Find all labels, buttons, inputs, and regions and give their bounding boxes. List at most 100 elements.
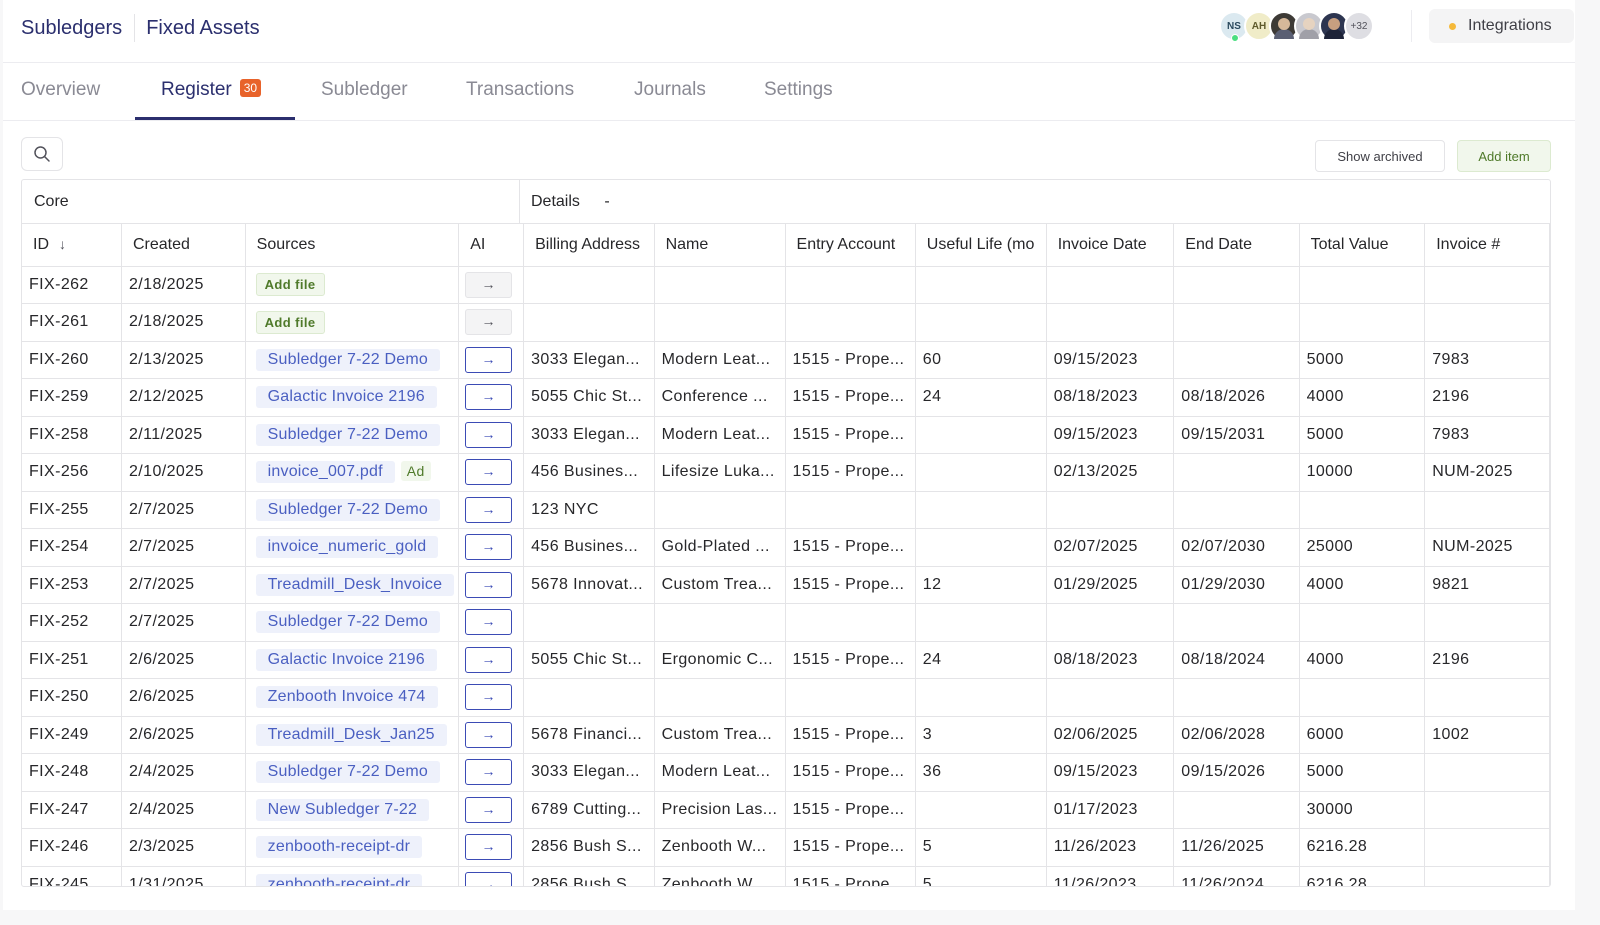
- column-header-billing-address[interactable]: Billing Address: [523, 224, 655, 267]
- source-file-link[interactable]: Subledger 7-22 Demo: [255, 348, 440, 371]
- useful-life-cell[interactable]: [915, 678, 1047, 717]
- entry-account-cell[interactable]: 1515 - Prope...: [785, 716, 916, 754]
- column-header-invoice-number[interactable]: Invoice #: [1424, 224, 1550, 267]
- invoice-date-cell[interactable]: 02/13/2025: [1046, 453, 1175, 492]
- invoice-date-cell[interactable]: 08/18/2023: [1046, 641, 1175, 679]
- id-cell[interactable]: FIX-246: [22, 828, 122, 867]
- add-source-button[interactable]: Ad: [400, 461, 431, 482]
- end-date-cell[interactable]: 02/07/2030: [1173, 528, 1300, 567]
- table-row[interactable]: FIX-245 1/31/2025 zenbooth-receipt-dr → 2856…: [22, 866, 1550, 886]
- table-row[interactable]: FIX-255 2/7/2025 Subledger 7-22 Demo → 123 N…: [22, 491, 1550, 529]
- name-cell[interactable]: [654, 491, 786, 529]
- id-cell[interactable]: FIX-260: [22, 341, 122, 379]
- total-value-cell[interactable]: 6216.28: [1299, 866, 1426, 886]
- table-row[interactable]: FIX-250 2/6/2025 Zenbooth Invoice 474 →: [22, 678, 1550, 717]
- total-value-cell[interactable]: 5000: [1299, 341, 1426, 379]
- source-file-link[interactable]: Subledger 7-22 Demo: [255, 498, 440, 521]
- entry-account-cell[interactable]: [785, 678, 916, 717]
- source-file-link[interactable]: Treadmill_Desk_Invoice: [255, 573, 455, 596]
- end-date-cell[interactable]: 11/26/2024: [1173, 866, 1300, 886]
- source-file-link[interactable]: Galactic Invoice 2196: [255, 648, 437, 671]
- billing-address-cell[interactable]: 5678 Financi...: [523, 716, 655, 754]
- useful-life-cell[interactable]: 5: [915, 828, 1047, 867]
- end-date-cell[interactable]: [1173, 678, 1300, 717]
- table-row[interactable]: FIX-247 2/4/2025 New Subledger 7-22 → 6789 C…: [22, 791, 1550, 829]
- end-date-cell[interactable]: [1173, 453, 1300, 492]
- invoice-date-cell[interactable]: [1046, 603, 1175, 642]
- name-cell[interactable]: Custom Trea...: [654, 566, 786, 604]
- table-row[interactable]: FIX-261 2/18/2025 Add file →: [22, 303, 1550, 342]
- source-file-link[interactable]: New Subledger 7-22: [255, 798, 430, 821]
- billing-address-cell[interactable]: 3033 Elegan...: [523, 341, 655, 379]
- entry-account-cell[interactable]: [785, 303, 916, 342]
- invoice-date-cell[interactable]: [1046, 678, 1175, 717]
- source-file-link[interactable]: Zenbooth Invoice 474: [255, 686, 438, 709]
- id-cell[interactable]: FIX-254: [22, 528, 122, 567]
- tab-transactions[interactable]: Transactions: [466, 79, 574, 121]
- total-value-cell[interactable]: [1299, 678, 1426, 717]
- end-date-cell[interactable]: 11/26/2025: [1173, 828, 1300, 867]
- table-row[interactable]: FIX-253 2/7/2025 Treadmill_Desk_Invoice → 56…: [22, 566, 1550, 604]
- column-header-useful-life[interactable]: Useful Life (mo: [915, 224, 1047, 267]
- invoice-date-cell[interactable]: 09/15/2023: [1046, 341, 1175, 379]
- more-users-avatar[interactable]: +32: [1344, 11, 1374, 41]
- useful-life-cell[interactable]: [915, 528, 1047, 567]
- total-value-cell[interactable]: 6216.28: [1299, 828, 1426, 867]
- id-cell[interactable]: FIX-262: [22, 266, 122, 304]
- invoice-number-cell[interactable]: 1002: [1424, 716, 1550, 754]
- invoice-number-cell[interactable]: [1424, 678, 1550, 717]
- total-value-cell[interactable]: [1299, 603, 1426, 642]
- column-header-id[interactable]: ID ↓: [22, 224, 122, 267]
- column-header-end-date[interactable]: End Date: [1173, 224, 1300, 267]
- source-file-link[interactable]: invoice_numeric_gold: [255, 536, 439, 559]
- name-cell[interactable]: Zenbooth W...: [654, 828, 786, 867]
- id-cell[interactable]: FIX-245: [22, 866, 122, 886]
- table-row[interactable]: FIX-248 2/4/2025 Subledger 7-22 Demo → 3033 …: [22, 753, 1550, 792]
- invoice-number-cell[interactable]: [1424, 266, 1550, 304]
- invoice-date-cell[interactable]: 11/26/2023: [1046, 828, 1175, 867]
- entry-account-cell[interactable]: 1515 - Prope...: [785, 453, 916, 492]
- useful-life-cell[interactable]: [915, 453, 1047, 492]
- collaborator-avatars[interactable]: NS AH +32: [1219, 11, 1374, 42]
- useful-life-cell[interactable]: 3: [915, 716, 1047, 754]
- total-value-cell[interactable]: 30000: [1299, 791, 1426, 829]
- add-file-button[interactable]: Add file: [255, 310, 325, 334]
- table-row[interactable]: FIX-260 2/13/2025 Subledger 7-22 Demo → 3033…: [22, 341, 1550, 379]
- invoice-date-cell[interactable]: 01/17/2023: [1046, 791, 1175, 829]
- id-cell[interactable]: FIX-259: [22, 378, 122, 417]
- ai-extract-arrow-icon[interactable]: →: [465, 609, 513, 636]
- name-cell[interactable]: Custom Trea...: [654, 716, 786, 754]
- column-header-total-value[interactable]: Total Value: [1299, 224, 1426, 267]
- id-cell[interactable]: FIX-255: [22, 491, 122, 529]
- source-file-link[interactable]: Subledger 7-22 Demo: [255, 611, 440, 634]
- total-value-cell[interactable]: 5000: [1299, 753, 1426, 792]
- invoice-date-cell[interactable]: 02/06/2025: [1046, 716, 1175, 754]
- billing-address-cell[interactable]: 2856 Bush S...: [523, 828, 655, 867]
- total-value-cell[interactable]: 25000: [1299, 528, 1426, 567]
- end-date-cell[interactable]: [1173, 266, 1300, 304]
- table-row[interactable]: FIX-258 2/11/2025 Subledger 7-22 Demo → 3033…: [22, 416, 1550, 454]
- total-value-cell[interactable]: [1299, 491, 1426, 529]
- ai-extract-arrow-icon[interactable]: →: [465, 459, 513, 486]
- ai-extract-arrow-icon[interactable]: →: [465, 496, 513, 523]
- ai-extract-arrow-icon[interactable]: →: [465, 384, 513, 411]
- name-cell[interactable]: Modern Leat...: [654, 341, 786, 379]
- id-cell[interactable]: FIX-250: [22, 678, 122, 717]
- invoice-number-cell[interactable]: 7983: [1424, 416, 1550, 454]
- name-cell[interactable]: Ergonomic C...: [654, 641, 786, 679]
- entry-account-cell[interactable]: 1515 - Prope...: [785, 528, 916, 567]
- tab-overview[interactable]: Overview: [21, 79, 100, 121]
- invoice-date-cell[interactable]: [1046, 303, 1175, 342]
- billing-address-cell[interactable]: 5055 Chic St...: [523, 378, 655, 417]
- name-cell[interactable]: Lifesize Luka...: [654, 453, 786, 492]
- entry-account-cell[interactable]: 1515 - Prope...: [785, 828, 916, 867]
- useful-life-cell[interactable]: 36: [915, 753, 1047, 792]
- tab-settings[interactable]: Settings: [764, 79, 833, 121]
- entry-account-cell[interactable]: 1515 - Prope...: [785, 753, 916, 792]
- id-cell[interactable]: FIX-252: [22, 603, 122, 642]
- tab-journals[interactable]: Journals: [634, 79, 706, 121]
- billing-address-cell[interactable]: 2856 Bush S...: [523, 866, 655, 886]
- total-value-cell[interactable]: [1299, 266, 1426, 304]
- name-cell[interactable]: [654, 303, 786, 342]
- billing-address-cell[interactable]: 3033 Elegan...: [523, 753, 655, 792]
